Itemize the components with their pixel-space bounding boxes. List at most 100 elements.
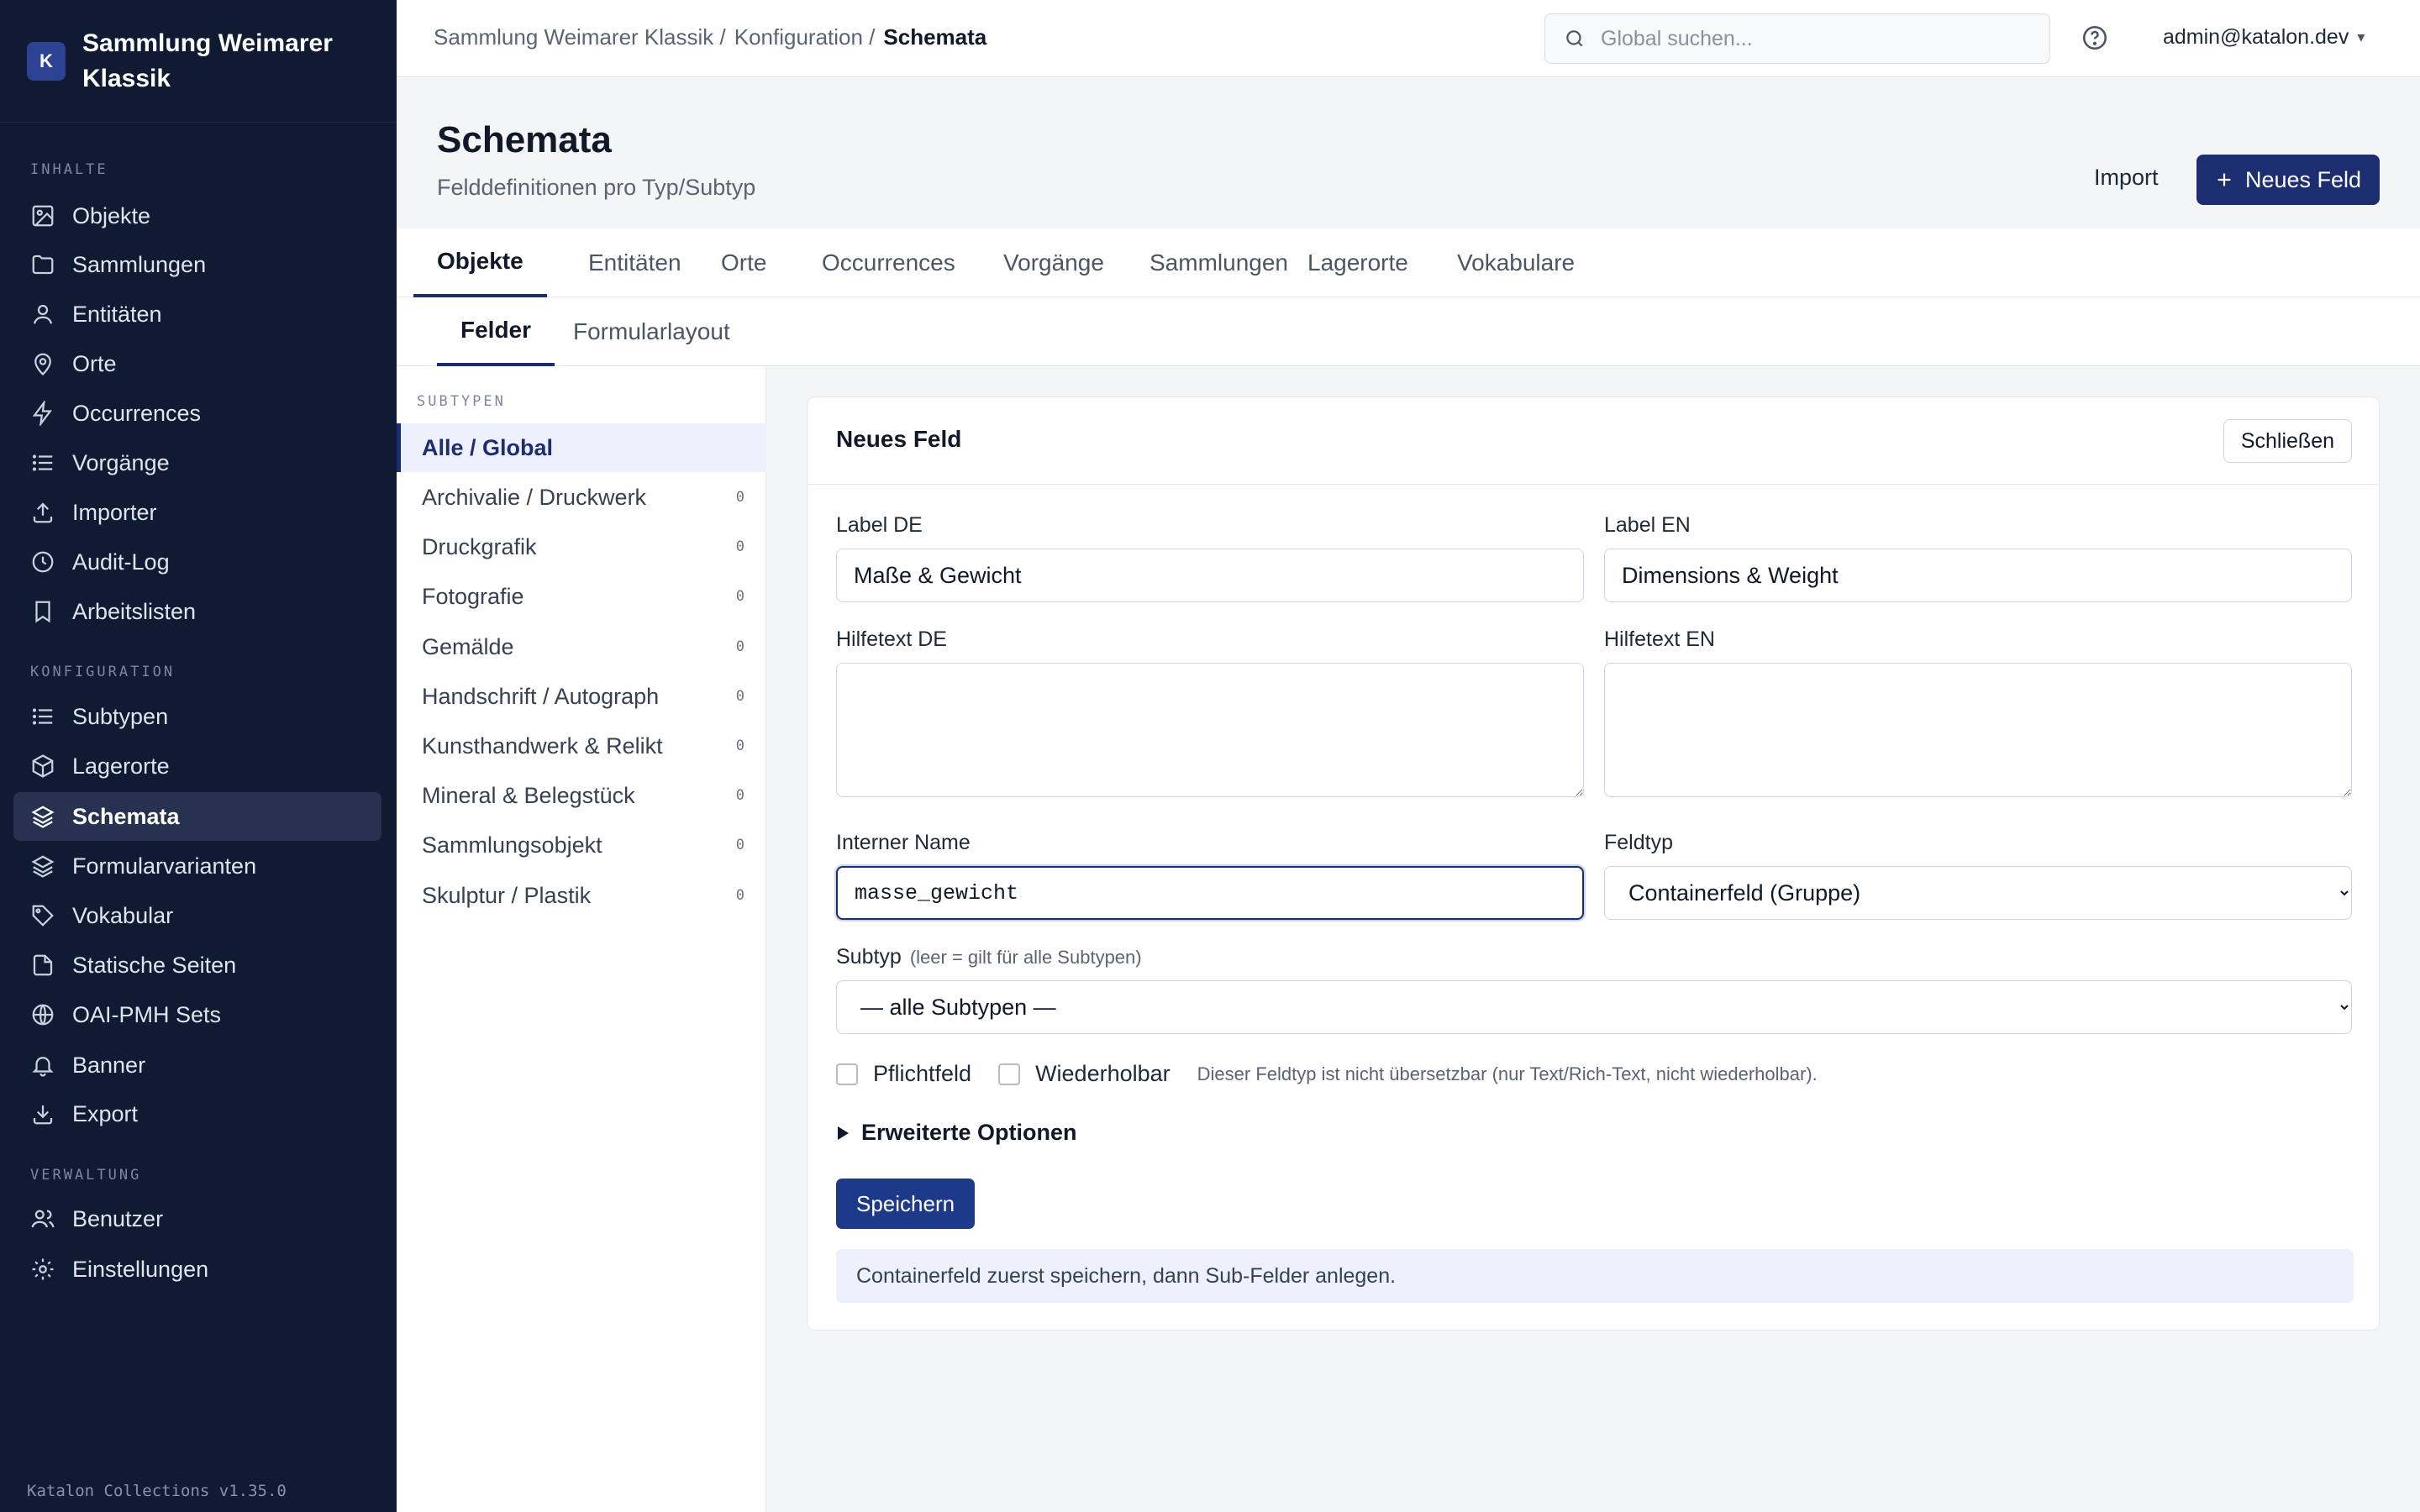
subtype-select[interactable]: — alle Subtypen — <box>836 980 2352 1034</box>
sidebar-item-label: Export <box>72 1100 139 1126</box>
sidebar-item-label: Importer <box>72 499 157 525</box>
help-en-label: Hilfetext EN <box>1604 627 1715 651</box>
sidebar-item-einstellungen[interactable]: Einstellungen <box>13 1245 381 1294</box>
app-version: Katalon Collections v1.35.0 <box>27 1482 287 1500</box>
tab-lagerorte[interactable]: Lagerorte <box>1284 228 1432 297</box>
info-message: Containerfeld zuerst speichern, dann Sub… <box>836 1249 2354 1303</box>
sidebar-item-label: Subtypen <box>72 703 169 729</box>
required-checkbox[interactable] <box>836 1063 858 1085</box>
sidebar-item-occurrences[interactable]: Occurrences <box>13 389 381 438</box>
subtype-item[interactable]: Alle / Global <box>397 423 766 472</box>
help-de-textarea[interactable] <box>836 663 1584 797</box>
subtype-count: 0 <box>735 887 744 904</box>
sidebar-item-label: Banner <box>72 1052 146 1078</box>
save-button[interactable]: Speichern <box>836 1179 976 1229</box>
users-icon <box>31 1210 55 1228</box>
help-button[interactable] <box>2081 24 2109 52</box>
folder-icon <box>32 255 54 275</box>
tab-felder[interactable]: Felder <box>437 297 555 366</box>
required-label[interactable]: Pflichtfeld <box>873 1061 971 1087</box>
globe-icon <box>32 1004 54 1026</box>
field-type-select[interactable]: Containerfeld (Gruppe) <box>1604 866 2352 920</box>
field-type-label: Feldtyp <box>1604 831 1673 854</box>
sidebar-item-benutzer[interactable]: Benutzer <box>13 1194 381 1243</box>
subtype-item[interactable]: Kunsthandwerk & Relikt 0 <box>397 722 766 770</box>
page-subtitle: Felddefinitionen pro Typ/Subtyp <box>437 175 756 200</box>
sidebar-item-sammlungen[interactable]: Sammlungen <box>13 240 381 289</box>
sidebar-item-export[interactable]: Export <box>13 1089 381 1138</box>
label-en-input[interactable] <box>1604 549 2352 602</box>
subtype-count: 0 <box>735 787 744 804</box>
repeatable-checkbox[interactable] <box>998 1063 1021 1085</box>
user-email: admin@katalon.dev <box>2163 25 2349 49</box>
subtype-name: Kunsthandwerk & Relikt <box>422 732 663 759</box>
sidebar-item-formularvarianten[interactable]: Formularvarianten <box>13 842 381 890</box>
subtype-item[interactable]: Handschrift / Autograph 0 <box>397 672 766 721</box>
sidebar-item-vorgaenge[interactable]: Vorgänge <box>13 438 381 487</box>
sidebar-item-schemata[interactable]: Schemata <box>13 792 381 841</box>
sidebar-section-verwaltung: VERWALTUNG <box>30 1167 142 1184</box>
sidebar-item-oai-pmh-sets[interactable]: OAI-PMH Sets <box>13 990 381 1039</box>
user-menu[interactable]: admin@katalon.dev ▾ <box>2163 25 2365 50</box>
breadcrumb-item[interactable]: Konfiguration / <box>734 24 876 50</box>
tab-formularlayout[interactable]: Formularlayout <box>550 297 754 366</box>
tab-occurrences[interactable]: Occurrences <box>798 228 979 297</box>
subtype-label: Subtyp (leer = gilt für alle Subtypen) <box>836 945 1142 969</box>
subtype-item[interactable]: Druckgrafik 0 <box>397 522 766 571</box>
subtype-item[interactable]: Fotografie 0 <box>397 572 766 621</box>
subtype-hint: (leer = gilt für alle Subtypen) <box>909 947 1142 968</box>
subtype-item[interactable]: Archivalie / Druckwerk 0 <box>397 473 766 522</box>
internal-name-input[interactable] <box>836 866 1584 920</box>
layers-icon <box>31 855 55 878</box>
sidebar-item-lagerorte[interactable]: Lagerorte <box>13 742 381 790</box>
sidebar-item-objekte[interactable]: Objekte <box>13 192 381 240</box>
subtype-item[interactable]: Skulptur / Plastik 0 <box>397 871 766 920</box>
sidebar-item-vokabular[interactable]: Vokabular <box>13 891 381 940</box>
subtype-item[interactable]: Sammlungsobjekt 0 <box>397 821 766 869</box>
repeatable-label[interactable]: Wiederholbar <box>1035 1061 1171 1087</box>
caret-right-icon <box>838 1126 849 1140</box>
tab-objekte[interactable]: Objekte <box>413 228 547 297</box>
app-title: Sammlung Weimarer Klassik <box>82 29 333 92</box>
sidebar-item-importer[interactable]: Importer <box>13 488 381 537</box>
close-button[interactable]: Schließen <box>2223 419 2352 463</box>
subtype-item[interactable]: Mineral & Belegstück 0 <box>397 771 766 820</box>
tab-orte[interactable]: Orte <box>697 228 790 297</box>
global-search[interactable] <box>1544 13 2050 64</box>
brand[interactable]: K Sammlung Weimarer Klassik <box>0 0 397 123</box>
subtype-count: 0 <box>735 738 744 754</box>
sidebar-item-label: Lagerorte <box>72 753 170 779</box>
breadcrumb-item[interactable]: Sammlung Weimarer Klassik / <box>434 24 726 50</box>
tab-vorgaenge[interactable]: Vorgänge <box>980 228 1128 297</box>
sidebar-item-label: Objekte <box>72 202 151 228</box>
sidebar-item-audit-log[interactable]: Audit-Log <box>13 538 381 586</box>
advanced-options-toggle[interactable]: Erweiterte Optionen <box>836 1120 1077 1146</box>
sidebar-item-banner[interactable]: Banner <box>13 1041 381 1089</box>
subtype-count: 0 <box>735 538 744 555</box>
sidebar-item-label: Formularvarianten <box>72 853 257 879</box>
new-field-label: Neues Feld <box>2244 166 2362 192</box>
search-input[interactable] <box>1601 26 2021 51</box>
sidebar-item-label: Benutzer <box>72 1205 164 1231</box>
card-header: Neues Feld Schließen <box>808 397 2379 485</box>
sidebar-item-subtypen[interactable]: Subtypen <box>13 692 381 741</box>
help-en-textarea[interactable] <box>1604 663 2352 797</box>
plus-icon <box>2217 173 2231 186</box>
subtype-count: 0 <box>735 489 744 506</box>
new-field-button[interactable]: Neues Feld <box>2196 155 2380 205</box>
sidebar-item-orte[interactable]: Orte <box>13 339 381 388</box>
tab-vokabulare[interactable]: Vokabulare <box>1434 228 1598 297</box>
label-de-input[interactable] <box>836 549 1584 602</box>
sidebar-item-statische-seiten[interactable]: Statische Seiten <box>13 941 381 990</box>
import-button[interactable]: Import <box>2094 165 2159 191</box>
sidebar-section-konfiguration: KONFIGURATION <box>30 664 176 680</box>
app-logo: K <box>27 41 66 81</box>
bell-icon <box>32 1057 54 1077</box>
sidebar-item-arbeitslisten[interactable]: Arbeitslisten <box>13 587 381 636</box>
subtype-item[interactable]: Gemälde 0 <box>397 622 766 671</box>
tab-entitaeten[interactable]: Entitäten <box>565 228 705 297</box>
sidebar-item-label: Arbeitslisten <box>72 598 197 624</box>
advanced-options-label: Erweiterte Optionen <box>861 1120 1077 1145</box>
user-icon <box>33 304 53 324</box>
sidebar-item-entitaeten[interactable]: Entitäten <box>13 290 381 339</box>
